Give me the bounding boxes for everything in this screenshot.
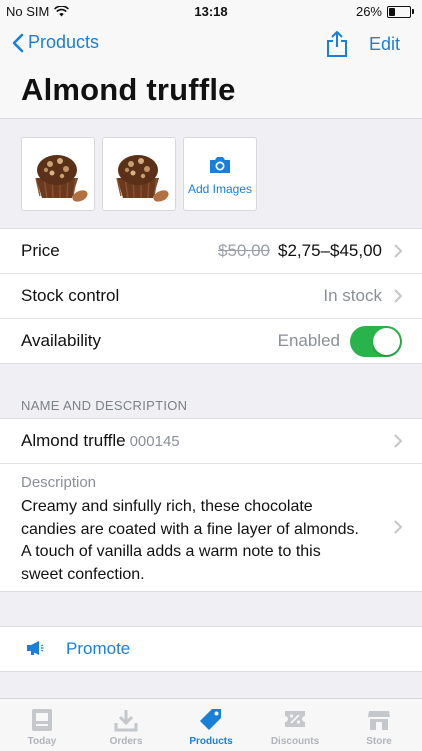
orders-icon: [114, 710, 138, 732]
tab-bar: Today Orders Products Discounts Store: [0, 698, 422, 751]
status-bar: No SIM 13:18 26%: [0, 0, 422, 22]
availability-row: Availability Enabled: [0, 319, 422, 363]
product-details-section: Price $50,00 $2,75–$45,00 Stock control I…: [0, 228, 422, 364]
chevron-left-icon: [12, 33, 24, 52]
tab-orders[interactable]: Orders: [84, 699, 168, 751]
product-name: Almond truffle 000145: [21, 431, 180, 451]
product-name-row[interactable]: Almond truffle 000145: [0, 419, 422, 464]
add-images-button[interactable]: Add Images: [183, 137, 257, 211]
tab-label: Store: [366, 736, 392, 747]
tab-products[interactable]: Products: [169, 699, 253, 751]
navigation-bar: Products Edit Almond truffle: [0, 22, 422, 118]
page-title: Almond truffle: [21, 72, 236, 107]
chevron-right-icon: [394, 520, 402, 534]
add-images-label: Add Images: [187, 182, 253, 196]
back-label: Products: [28, 32, 100, 52]
stock-control-row[interactable]: Stock control In stock: [0, 274, 422, 319]
product-name-text: Almond truffle: [21, 431, 126, 450]
price-value: $50,00 $2,75–$45,00: [218, 241, 382, 261]
name-description-section: Almond truffle 000145 Description Creamy …: [0, 418, 422, 592]
products-tag-icon: [200, 709, 221, 730]
tab-label: Today: [27, 736, 57, 747]
availability-toggle[interactable]: [350, 326, 402, 357]
product-images: Add Images: [0, 118, 422, 229]
megaphone-icon: [27, 641, 44, 655]
tab-label: Orders: [109, 736, 143, 747]
truffle-image: [22, 138, 94, 210]
description-row[interactable]: Description Creamy and sinfully rich, th…: [0, 464, 422, 591]
stock-status: In stock: [323, 286, 382, 305]
chevron-right-icon: [394, 434, 402, 448]
price-row[interactable]: Price $50,00 $2,75–$45,00: [0, 229, 422, 274]
edit-button[interactable]: Edit: [369, 34, 400, 55]
battery-indicator: 26%: [356, 4, 414, 19]
promote-section: Promote: [0, 626, 422, 672]
original-price: $50,00: [218, 241, 270, 260]
availability-status: Enabled: [277, 331, 340, 350]
availability-label: Availability: [21, 331, 102, 350]
today-icon: [32, 709, 52, 731]
promote-button[interactable]: Promote: [0, 627, 422, 671]
battery-percent: 26%: [355, 4, 382, 19]
description-text: Creamy and sinfully rich, these chocolat…: [21, 498, 359, 583]
tab-label: Discounts: [270, 736, 320, 747]
chevron-right-icon: [394, 244, 402, 258]
tab-today[interactable]: Today: [0, 699, 84, 751]
store-icon: [368, 711, 390, 730]
product-sku: 000145: [129, 433, 180, 450]
current-price: $2,75–$45,00: [278, 241, 382, 260]
discounts-icon: [285, 711, 305, 727]
camera-icon: [210, 157, 230, 173]
truffle-image: [103, 138, 175, 210]
tab-store[interactable]: Store: [337, 699, 421, 751]
stock-control-label: Stock control: [21, 286, 120, 305]
product-image-1[interactable]: [21, 137, 95, 211]
share-icon: [327, 31, 347, 57]
description-label: Description: [21, 474, 97, 491]
product-image-2[interactable]: [102, 137, 176, 211]
tab-label: Products: [189, 736, 233, 747]
battery-icon: [387, 5, 411, 18]
chevron-right-icon: [394, 289, 402, 303]
tab-discounts[interactable]: Discounts: [253, 699, 337, 751]
share-button[interactable]: [326, 30, 348, 63]
price-label: Price: [21, 241, 60, 260]
back-button[interactable]: Products: [12, 32, 99, 53]
promote-label: Promote: [66, 639, 131, 658]
name-description-header: NAME AND DESCRIPTION: [21, 398, 188, 413]
